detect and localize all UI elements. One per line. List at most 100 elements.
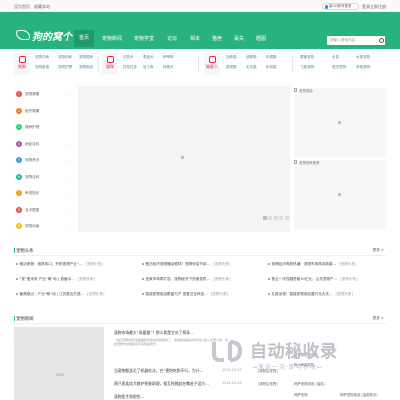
bullet-icon (268, 263, 270, 265)
side-image-1[interactable]: 宠物领袖 (294, 88, 386, 158)
slider-dot[interactable] (284, 216, 289, 220)
category-link[interactable]: 宠物用品 (79, 65, 93, 70)
article-tag[interactable]: [城阳区宠物] (258, 381, 278, 386)
article-date: 2022-05-19 (222, 381, 242, 385)
article-item[interactable]: 宠物医生和那些… (114, 394, 230, 400)
category-link[interactable]: 英短猫 (226, 65, 237, 70)
news-item[interactable]: 扎推出现！智能宠物用品要万元大关… [宠物头条] (268, 292, 386, 301)
news-tag: [宠物头条] (77, 277, 95, 281)
category-link[interactable]: 宠物训练 (58, 55, 72, 60)
category-link[interactable]: 加菲猫 (226, 55, 237, 60)
nav-home[interactable]: 首页 (74, 30, 95, 47)
menu-item[interactable]: 1 宠物健康 › (14, 86, 74, 103)
menu-item[interactable]: 7 养宠知识 › (14, 185, 74, 202)
news-item[interactable]: 智能宠物用品覆盖万户 宠爱交互科技… [宠物头条] (142, 292, 228, 301)
menu-item[interactable]: 4 病症百科 › (14, 136, 74, 153)
bullet-icon (268, 293, 270, 295)
category-link[interactable]: 泰迪犬 (143, 55, 154, 60)
category-link[interactable]: 布偶猫 (266, 55, 277, 60)
menu-item[interactable]: 5 宠物资讯 › (14, 152, 74, 169)
divider (198, 55, 199, 73)
cat-icon (106, 56, 114, 63)
register-link[interactable]: 立即注册 (370, 4, 386, 10)
loading-icon (338, 193, 341, 196)
category-head[interactable]: 猫咪 (102, 53, 118, 75)
menu-label: 宠物百科 (25, 174, 40, 179)
menu-label: 医疗健康 (25, 108, 40, 113)
news-item[interactable]: 鲁企一次性融资破10亿元，山东宠物产… [宠物头条] (268, 277, 386, 286)
nav-album[interactable]: 相本 (190, 35, 200, 42)
category-link[interactable]: 宠物中病 (35, 55, 49, 60)
article-item[interactable]: 两只医疾成犬救护到致助理，相互抢救起在瞧进子设方… (114, 381, 230, 387)
news-item[interactable]: 假日经济宠物赚足眼球！宠物伴侣节前… [宠物头条] (142, 262, 230, 271)
category-link[interactable]: 柯基犬 (163, 65, 174, 70)
news-item[interactable]: 宜家市场再扩容，宠物经济下的营发机… [宠物头条] (142, 277, 230, 286)
nav-photos[interactable]: 晒图 (256, 35, 266, 42)
menu-item[interactable]: 9 宠物动画 › (14, 218, 74, 235)
category-link[interactable]: 折耳猫 (266, 65, 277, 70)
set-home-link[interactable]: 设为首页 (14, 4, 30, 10)
menu-item[interactable]: 3 喂养护理 › (14, 119, 74, 136)
news-item[interactable]: 聚焦推出｜产业“萌”动 | 江苏推出打造… [宠物头条] (16, 292, 104, 301)
bullet-icon (16, 263, 18, 265)
site-logo[interactable]: 狗的窝个 (14, 28, 79, 43)
menu-label: 名犬图鉴 (25, 207, 40, 212)
news-item[interactable]: 微泛食物：我抓风口，开拓宠物产业“… [宠物头条] (16, 262, 103, 271)
category-head[interactable]: 狗狗 (14, 53, 30, 75)
news-title: 宠物经济再掀热潮：宠物市场再次新增… (271, 262, 337, 266)
category-head-label: 狗狗 (18, 64, 26, 69)
menu-item[interactable]: 8 名犬图鉴 › (14, 202, 74, 219)
nav-cattery[interactable]: 猫舍 (212, 35, 222, 42)
menu-item[interactable]: 6 宠物百科 › (14, 169, 74, 186)
slider-dot[interactable] (262, 216, 267, 220)
slider-dot[interactable] (279, 216, 283, 220)
category-head[interactable]: 猫星人 (204, 53, 220, 75)
nav-forum[interactable]: 论坛 (167, 35, 177, 42)
category-link[interactable]: 边牧犬 (123, 55, 134, 60)
slider-dot[interactable] (273, 216, 278, 220)
category-link[interactable]: 水族宠物 (356, 55, 370, 60)
featured-article-image[interactable]: 20% (14, 327, 104, 400)
right-list-item[interactable]: 阿萨宠物用品 (抽奖) (294, 381, 325, 386)
menu-item[interactable]: 2 医疗健康 › (14, 103, 74, 120)
news-item[interactable]: “宠”爱未来 产业“萌”动 | 首届中… [宠物头条] (16, 277, 95, 286)
category-link[interactable]: 飞禽宠物 (300, 65, 314, 70)
hero-slider[interactable] (78, 86, 290, 232)
cat-face-icon (208, 56, 216, 63)
image-progress-label: 20% (56, 373, 64, 377)
broken-image-icon (294, 160, 297, 164)
category-link[interactable]: 波斯猫 (246, 55, 257, 60)
search-icon[interactable] (377, 36, 385, 45)
menu-label: 宠物资讯 (25, 158, 40, 162)
slider-dot[interactable] (268, 216, 272, 220)
right-list-item[interactable]: 阿萨宠物用品 (抽奖助手) (340, 392, 378, 397)
category-link[interactable]: 其他宠物 (356, 65, 370, 70)
search-input[interactable]: 请输入搜索内容 (327, 36, 377, 45)
side-image-2[interactable]: 宠物领养推荐 (294, 160, 386, 230)
category-link[interactable]: 哈士奇 (143, 65, 154, 70)
category-link[interactable]: 拉布拉多 (123, 65, 137, 70)
category-link[interactable]: 宠物护理 (58, 65, 72, 70)
category-link[interactable]: 蔷薇宠物 (300, 55, 314, 60)
chevron-right-icon: › (69, 108, 71, 114)
nav-lost[interactable]: 丢失 (234, 35, 244, 42)
category-link[interactable]: 无毛猫 (246, 65, 257, 70)
nav-pet-news[interactable]: 宠物新闻 (102, 35, 122, 42)
news-item[interactable]: 宠物经济再掀热潮：宠物市场再次新增… [宠物头条] (268, 262, 386, 271)
chevron-right-icon: › (69, 191, 71, 196)
category-link[interactable]: 萨摩耶 (163, 55, 174, 60)
more-link[interactable]: 更多 > (373, 316, 384, 321)
news-section-header: 宠物头条 更多 > (14, 246, 386, 256)
articles-section-header: 宠物新闻 更多 > (14, 314, 386, 324)
more-link[interactable]: 更多 > (373, 248, 384, 253)
category-link[interactable]: 宠物喂养 (79, 55, 93, 60)
news-title: 鲁企一次性融资破10亿元，山东宠物产… (271, 277, 338, 281)
login-link[interactable]: 登录 (362, 4, 370, 10)
nav-pet-school[interactable]: 宠物学堂 (134, 35, 154, 42)
right-list-item[interactable]: 阿萨宠物 (294, 392, 308, 397)
category-link[interactable]: 仓鼠 (332, 55, 339, 60)
category-link[interactable]: 宠物食谱 (35, 65, 49, 70)
bookmark-link[interactable]: 收藏本站 (34, 4, 50, 10)
category-link[interactable]: 爬虫宠物 (332, 65, 346, 70)
qq-login-button[interactable]: 用QQ帐号登录 (322, 3, 359, 10)
